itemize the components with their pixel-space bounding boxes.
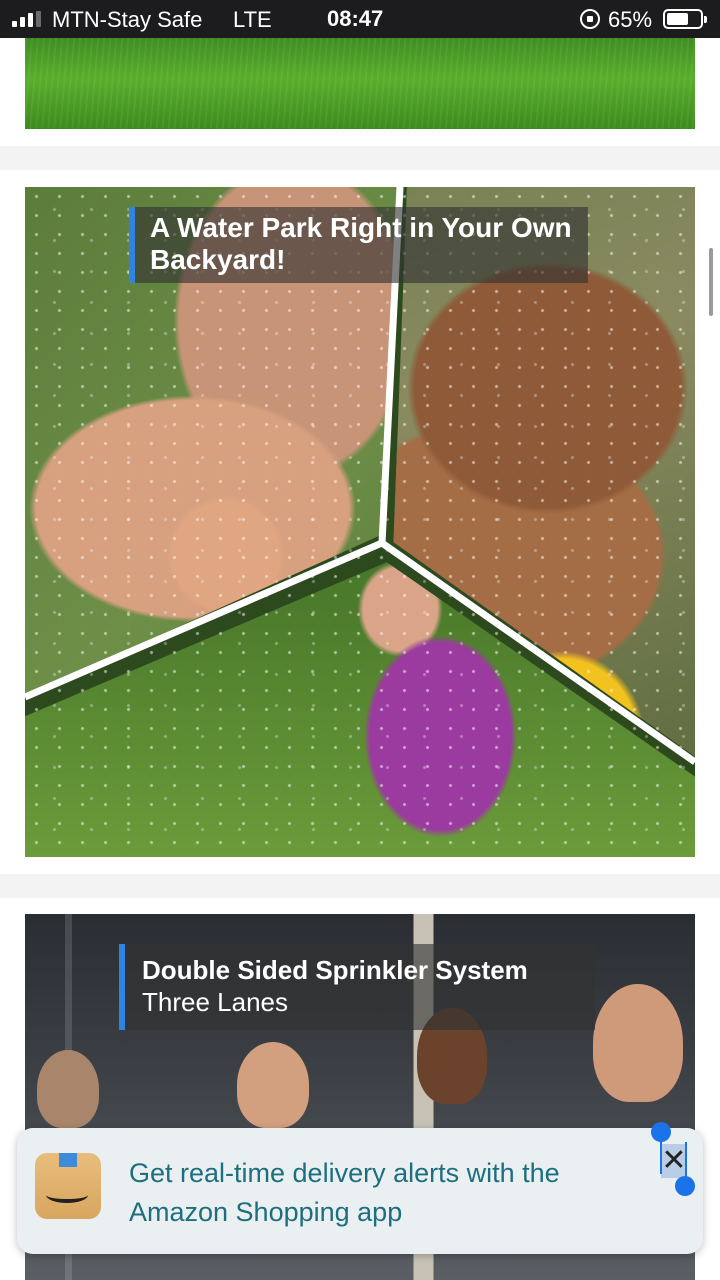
water-park-caption-title: A Water Park Right in Your Own Backyard! [150, 212, 572, 275]
status-time: 08:47 [327, 6, 384, 31]
sprinkler-caption: Double Sided Sprinkler System Three Lane… [119, 944, 595, 1030]
app-promo-banner[interactable]: Get real-time delivery alerts with the A… [17, 1122, 703, 1254]
close-icon: ✕ [661, 1144, 687, 1177]
amazon-shopping-app-icon[interactable] [35, 1153, 101, 1219]
kid-figure [37, 1050, 99, 1128]
selection-handle-line [660, 1138, 662, 1174]
scrollbar[interactable] [709, 248, 713, 316]
battery-percentage: 65% [608, 7, 653, 32]
water-park-collage-image: A Water Park Right in Your Own Backyard! [25, 187, 695, 857]
carrier-name: MTN-Stay Safe [52, 7, 203, 32]
selection-handle-end[interactable] [675, 1176, 695, 1196]
selection-handle-line [685, 1142, 687, 1180]
battery-icon [663, 9, 707, 29]
kid-figure [593, 984, 683, 1102]
selection-handle-start[interactable] [651, 1122, 671, 1142]
sprinkler-caption-title: Double Sided Sprinkler System [142, 955, 528, 985]
water-park-card: A Water Park Right in Your Own Backyard! [0, 170, 720, 874]
close-banner-button[interactable]: ✕ [661, 1144, 687, 1178]
rotation-lock-icon [580, 9, 600, 29]
network-type: LTE [233, 7, 272, 32]
section-divider [0, 146, 720, 170]
status-bar: MTN-Stay Safe LTE 08:47 65% [0, 0, 720, 38]
water-park-caption: A Water Park Right in Your Own Backyard! [129, 207, 588, 283]
app-promo-message[interactable]: Get real-time delivery alerts with the A… [129, 1154, 649, 1232]
grass-image [25, 38, 695, 129]
sprinkler-caption-subtitle: Three Lanes [142, 987, 288, 1017]
kid-figure [237, 1042, 309, 1128]
section-divider [0, 874, 720, 898]
product-image-card [0, 38, 720, 146]
signal-icon [12, 11, 41, 27]
collage-dividers [25, 187, 695, 765]
